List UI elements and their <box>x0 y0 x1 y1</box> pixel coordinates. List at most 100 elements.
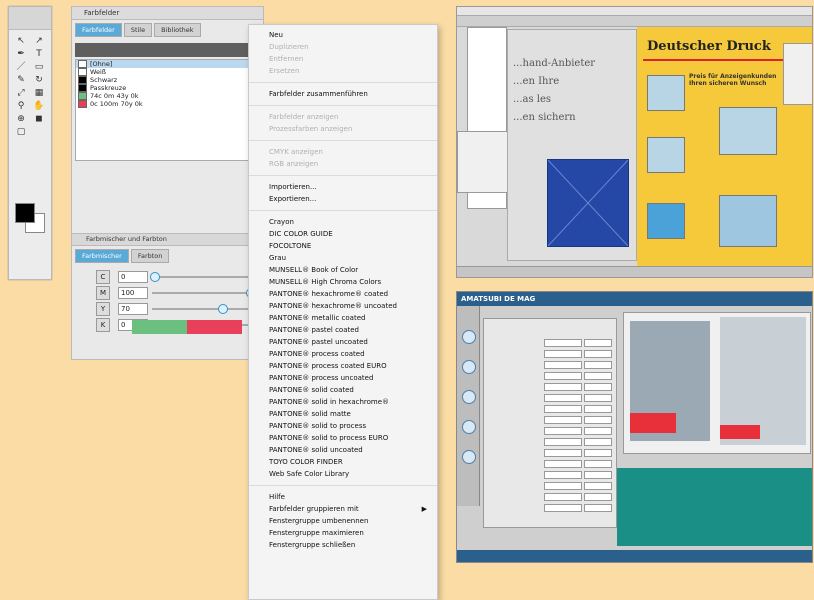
app-nav-button[interactable] <box>462 450 476 464</box>
menu-item[interactable]: Neu <box>249 29 437 41</box>
swatch-item[interactable]: Passkreuze <box>76 84 259 92</box>
menu-item[interactable]: PANTONE® process coated <box>249 348 437 360</box>
tab-tint[interactable]: Farbton <box>130 249 170 263</box>
selection-tool-icon[interactable]: ↖ <box>12 35 30 47</box>
gradient-icon[interactable]: ▦ <box>30 87 48 99</box>
form-field[interactable] <box>584 372 612 380</box>
swatch-item[interactable]: Schwarz <box>76 76 259 84</box>
menu-item[interactable]: Hilfe <box>249 491 437 503</box>
pencil-icon[interactable]: ✎ <box>12 74 30 86</box>
menu-item[interactable]: DIC COLOR GUIDE <box>249 228 437 240</box>
menu-item[interactable]: PANTONE® solid to process <box>249 420 437 432</box>
form-field[interactable] <box>584 427 612 435</box>
form-field[interactable] <box>584 361 612 369</box>
form-field[interactable] <box>584 438 612 446</box>
form-field[interactable] <box>584 482 612 490</box>
zoom-icon[interactable]: ⊕ <box>12 113 30 125</box>
pen-icon[interactable]: ✒ <box>12 48 30 60</box>
app-nav-button[interactable] <box>462 390 476 404</box>
menu-item[interactable]: Fenstergruppe schließen <box>249 539 437 551</box>
form-field[interactable] <box>544 449 582 457</box>
menu-item[interactable]: Importieren... <box>249 181 437 193</box>
form-field[interactable] <box>584 493 612 501</box>
form-field[interactable] <box>544 438 582 446</box>
slider-knob[interactable] <box>218 304 228 314</box>
form-field[interactable] <box>544 383 582 391</box>
swatch-item[interactable]: [Ohne] <box>76 60 259 68</box>
slider-value-field[interactable]: 100 <box>118 287 148 299</box>
menu-item[interactable]: Farbfelder gruppieren mit ▶ <box>249 503 437 515</box>
form-field[interactable] <box>584 350 612 358</box>
tab-color-mixer[interactable]: Farbmischer <box>75 249 129 263</box>
form-field[interactable] <box>544 493 582 501</box>
menu-item[interactable]: MUNSELL® High Chroma Colors <box>249 276 437 288</box>
form-field[interactable] <box>544 427 582 435</box>
menu-item[interactable]: PANTONE® solid in hexachrome® <box>249 396 437 408</box>
menu-item[interactable]: Exportieren... <box>249 193 437 205</box>
menu-item[interactable]: Fenstergruppe umbenennen <box>249 515 437 527</box>
slider-track[interactable] <box>152 288 256 298</box>
menu-item[interactable]: PANTONE® hexachrome® coated <box>249 288 437 300</box>
menu-item[interactable]: PANTONE® process coated EURO <box>249 360 437 372</box>
eyedropper-icon[interactable]: ⚲ <box>12 100 30 112</box>
menu-item[interactable]: PANTONE® solid uncoated <box>249 444 437 456</box>
scale-icon[interactable]: ⤢ <box>12 87 30 99</box>
menu-item[interactable]: FOCOLTONE <box>249 240 437 252</box>
fill-stroke-icon[interactable]: ◼ <box>30 113 48 125</box>
form-field[interactable] <box>544 460 582 468</box>
swatch-item[interactable]: 0c 100m 70y 0k <box>76 100 259 108</box>
rotate-icon[interactable]: ↻ <box>30 74 48 86</box>
tab-styles[interactable]: Stile <box>123 23 153 37</box>
form-field[interactable] <box>544 471 582 479</box>
slider-knob[interactable] <box>150 272 160 282</box>
slider-track[interactable] <box>150 272 252 282</box>
form-field[interactable] <box>584 339 612 347</box>
menu-item[interactable]: PANTONE® metallic coated <box>249 312 437 324</box>
menu-item[interactable]: PANTONE® solid matte <box>249 408 437 420</box>
menu-item[interactable]: Fenstergruppe maximieren <box>249 527 437 539</box>
direct-selection-icon[interactable]: ↗ <box>30 35 48 47</box>
green-swatch-bar[interactable] <box>132 320 187 334</box>
line-icon[interactable]: ／ <box>12 61 30 73</box>
menu-item[interactable]: Farbfelder zusammenführen <box>249 88 437 100</box>
menu-item[interactable]: Grau <box>249 252 437 264</box>
screen-mode-icon[interactable]: ▢ <box>12 126 30 138</box>
menu-item[interactable]: PANTONE® process uncoated <box>249 372 437 384</box>
mixer-section-title[interactable]: Farbmischer und Farbton <box>72 233 263 246</box>
form-field[interactable] <box>584 471 612 479</box>
slider-value-field[interactable]: 70 <box>118 303 148 315</box>
form-field[interactable] <box>544 339 582 347</box>
menu-item[interactable]: PANTONE® solid coated <box>249 384 437 396</box>
menu-item[interactable]: PANTONE® pastel coated <box>249 324 437 336</box>
swatch-item[interactable]: 74c 0m 43y 0k <box>76 92 259 100</box>
form-field[interactable] <box>544 482 582 490</box>
app-nav-button[interactable] <box>462 360 476 374</box>
form-field[interactable] <box>544 361 582 369</box>
form-field[interactable] <box>584 405 612 413</box>
form-field[interactable] <box>584 394 612 402</box>
hand-icon[interactable]: ✋ <box>30 100 48 112</box>
swatch-item[interactable]: Weiß <box>76 68 259 76</box>
menu-item[interactable]: PANTONE® solid to process EURO <box>249 432 437 444</box>
app-nav-button[interactable] <box>462 330 476 344</box>
tab-library[interactable]: Bibliothek <box>154 23 201 37</box>
form-field[interactable] <box>544 416 582 424</box>
form-field[interactable] <box>584 504 612 512</box>
form-field[interactable] <box>584 383 612 391</box>
tab-swatches[interactable]: Farbfelder <box>75 23 122 37</box>
slider-value-field[interactable]: 0 <box>118 271 148 283</box>
form-field[interactable] <box>544 372 582 380</box>
form-field[interactable] <box>544 504 582 512</box>
slider-track[interactable] <box>152 304 252 314</box>
red-swatch-bar[interactable] <box>187 320 242 334</box>
text-icon[interactable]: T <box>30 48 48 60</box>
form-field[interactable] <box>584 449 612 457</box>
form-field[interactable] <box>584 460 612 468</box>
menu-item[interactable]: PANTONE® hexachrome® uncoated <box>249 300 437 312</box>
panel-title[interactable]: Farbfelder <box>72 7 263 20</box>
form-field[interactable] <box>584 416 612 424</box>
menu-item[interactable]: Web Safe Color Library <box>249 468 437 480</box>
menu-item[interactable]: TOYO COLOR FINDER <box>249 456 437 468</box>
menu-item[interactable]: Crayon <box>249 216 437 228</box>
foreground-color-swatch[interactable] <box>15 203 35 223</box>
